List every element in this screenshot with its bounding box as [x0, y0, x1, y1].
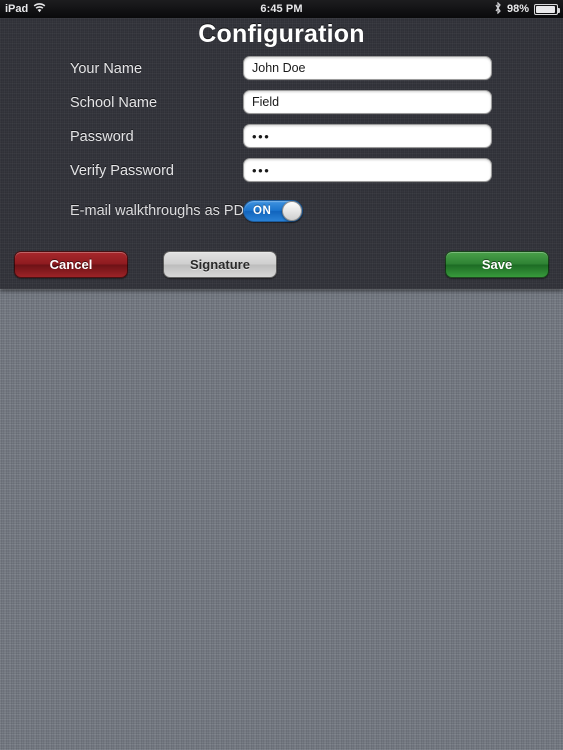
- page-title: Configuration: [198, 20, 365, 48]
- verify-password-label: Verify Password: [70, 163, 174, 179]
- status-bar-right: 98%: [494, 0, 560, 18]
- save-button[interactable]: Save: [445, 251, 549, 278]
- battery-percent-label: 98%: [506, 3, 529, 15]
- password-input[interactable]: [243, 124, 492, 148]
- form-row-email-pdf: E-mail walkthroughs as PDF ON: [0, 196, 563, 226]
- status-bar-clock: 6:45 PM: [260, 3, 303, 15]
- email-pdf-label: E-mail walkthroughs as PDF: [70, 203, 253, 219]
- signature-button[interactable]: Signature: [163, 251, 277, 278]
- your-name-label: Your Name: [70, 61, 143, 77]
- status-bar: iPad 6:45 PM 98%: [0, 0, 563, 18]
- form-row-verify-password: Verify Password: [0, 158, 563, 184]
- toggle-knob[interactable]: [282, 201, 302, 221]
- school-name-label: School Name: [70, 95, 158, 111]
- content-area: [0, 289, 563, 750]
- panel-bottom-edge: [0, 289, 563, 290]
- configuration-panel: Configuration Your Name School Name Pass…: [0, 18, 563, 289]
- ipad-screen: iPad 6:45 PM 98% Configuration Your Name…: [0, 0, 563, 750]
- school-name-input[interactable]: [243, 90, 492, 114]
- form-row-your-name: Your Name: [0, 56, 563, 82]
- your-name-input[interactable]: [243, 56, 492, 80]
- email-pdf-toggle[interactable]: ON: [243, 200, 303, 222]
- verify-password-input[interactable]: [243, 158, 492, 182]
- password-label: Password: [70, 129, 134, 145]
- bluetooth-icon: [494, 1, 502, 17]
- toggle-state-label: ON: [253, 205, 272, 217]
- form-row-school-name: School Name: [0, 90, 563, 116]
- battery-icon: [534, 3, 560, 15]
- cancel-button[interactable]: Cancel: [14, 251, 128, 278]
- form-row-password: Password: [0, 124, 563, 150]
